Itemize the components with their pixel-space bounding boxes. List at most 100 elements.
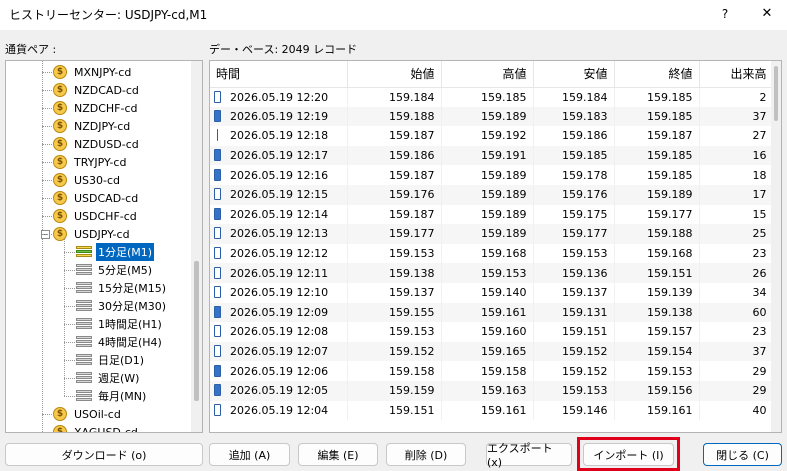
dollar-coin-icon: $ (53, 407, 67, 421)
tree-item-label: 5分足(M5) (98, 264, 153, 277)
cell-low: 159.153 (533, 380, 615, 401)
grid-scrollbar[interactable] (771, 61, 781, 432)
cell-time: 2026.05.19 12:17 (210, 145, 348, 166)
cell-time: 2026.05.19 12:09 (210, 302, 348, 323)
dollar-coin-icon: $ (53, 119, 67, 133)
tree-item-timeframe[interactable]: 毎月(MN) (76, 387, 148, 405)
column-header-volume[interactable]: 出来高 (699, 61, 774, 88)
tree-item-label: NZDCHF-cd (74, 101, 138, 115)
tree-scrollbar[interactable] (191, 61, 202, 432)
tree-connector (42, 108, 54, 109)
candle-icon (214, 90, 221, 103)
tree-item-label: NZDCAD-cd (74, 83, 139, 97)
cell-volume: 2 (699, 87, 774, 107)
tree-item-label: 日足(D1) (98, 354, 145, 367)
table-row[interactable]: 2026.05.19 12:05 159.159 159.163 159.153 159… (210, 380, 774, 401)
tree-item-timeframe[interactable]: 4時間足(H4) (76, 333, 164, 351)
table-row[interactable]: 2026.05.19 12:09 159.155 159.161 159.131 159… (210, 302, 774, 323)
cell-close: 159.138 (614, 302, 700, 323)
table-row[interactable]: 2026.05.19 12:16 159.187 159.189 159.178 159… (210, 165, 774, 185)
cell-close: 159.151 (614, 263, 700, 283)
cell-high: 159.161 (441, 302, 534, 323)
cell-time: 2026.05.19 12:05 (210, 380, 348, 401)
candle-icon (214, 345, 221, 358)
dollar-coin-icon: $ (53, 155, 67, 169)
window-title: ヒストリーセンター: USDJPY-cd,M1 (9, 8, 208, 22)
tree-item-symbol[interactable]: $ USDCHF-cd (53, 207, 139, 225)
table-row[interactable]: 2026.05.19 12:04 159.151 159.161 159.146 159… (210, 400, 774, 421)
cell-volume: 25 (699, 224, 774, 244)
column-header-time[interactable]: 時間 (210, 61, 348, 88)
tree-scrollbar-thumb[interactable] (194, 261, 199, 401)
tree-item-symbol[interactable]: $ USOil-cd (53, 405, 123, 423)
close-window-button[interactable]: ✕ (752, 2, 782, 26)
tree-item-timeframe[interactable]: 日足(D1) (76, 351, 146, 369)
tree-connector (42, 126, 54, 127)
tree-item-timeframe[interactable]: 1時間足(H1) (76, 315, 164, 333)
cell-time: 2026.05.19 12:19 (210, 106, 348, 127)
table-row[interactable]: 2026.05.19 12:13 159.177 159.189 159.177 159… (210, 224, 774, 244)
tree-item-symbol[interactable]: $ TRYJPY-cd (53, 153, 128, 171)
close-button[interactable]: 閉じる (C) (703, 443, 782, 466)
table-row[interactable]: 2026.05.19 12:15 159.176 159.189 159.176 159… (210, 184, 774, 205)
grid-scrollbar-thumb[interactable] (774, 66, 778, 121)
tree-item-symbol[interactable]: $ US30-cd (53, 171, 122, 189)
column-header-open[interactable]: 始値 (347, 61, 442, 88)
download-button[interactable]: ダウンロード (o) (5, 443, 203, 466)
tree-item-label: 毎月(MN) (98, 390, 147, 403)
cell-close: 159.154 (614, 341, 700, 362)
delete-button[interactable]: 削除 (D) (386, 443, 466, 466)
tree-item-label: USDCHF-cd (74, 209, 137, 223)
table-row[interactable]: 2026.05.19 12:11 159.138 159.153 159.136 159… (210, 263, 774, 283)
cell-volume: 37 (699, 341, 774, 362)
time-text: 2026.05.19 12:10 (230, 286, 329, 300)
history-grid[interactable]: 時間 始値 高値 安値 終値 出来高 2026.05.19 12:20 159.1… (209, 60, 782, 433)
table-row[interactable]: 2026.05.19 12:20 159.184 159.185 159.184 159… (210, 87, 774, 107)
help-button[interactable]: ? (712, 2, 738, 26)
tree-item-symbol[interactable]: $ NZDUSD-cd (53, 135, 141, 153)
tree-item-symbol[interactable]: $ XAGUSD-cd (53, 423, 140, 432)
table-row[interactable]: 2026.05.19 12:08 159.153 159.160 159.151 159… (210, 322, 774, 342)
tree-item-symbol[interactable]: $ NZDCAD-cd (53, 81, 141, 99)
tree-item-symbol[interactable]: $ USDCAD-cd (53, 189, 140, 207)
column-header-close[interactable]: 終値 (614, 61, 700, 88)
time-text: 2026.05.19 12:08 (230, 325, 329, 339)
table-row[interactable]: 2026.05.19 12:07 159.152 159.165 159.152 159… (210, 341, 774, 362)
tree-item-symbol[interactable]: $ NZDCHF-cd (53, 99, 140, 117)
tree-item-label: 週足(W) (98, 372, 140, 385)
database-records-label: デー・ベース: 2049 レコード (209, 43, 358, 56)
candle-icon (214, 227, 221, 240)
cell-high: 159.189 (441, 106, 534, 127)
tree-item-timeframe[interactable]: 15分足(M15) (76, 279, 168, 297)
cell-open: 159.187 (347, 126, 442, 146)
symbol-tree[interactable]: $ MXNJPY-cd $ NZDCAD-cd $ NZDCHF-cd $ NZDJPY-cd… (5, 60, 203, 433)
edit-button[interactable]: 編集 (E) (298, 443, 378, 466)
cell-close: 159.189 (614, 184, 700, 205)
table-row[interactable]: 2026.05.19 12:17 159.186 159.191 159.185 159… (210, 145, 774, 166)
tree-item-timeframe[interactable]: 1分足(M1) (76, 243, 155, 261)
column-header-low[interactable]: 安値 (533, 61, 615, 88)
cell-volume: 34 (699, 282, 774, 303)
table-row[interactable]: 2026.05.19 12:10 159.137 159.140 159.137 159… (210, 282, 774, 303)
column-header-high[interactable]: 高値 (441, 61, 534, 88)
tree-item-symbol[interactable]: $ NZDJPY-cd (53, 117, 132, 135)
tree-item-timeframe[interactable]: 週足(W) (76, 369, 141, 387)
table-row[interactable]: 2026.05.19 12:14 159.187 159.189 159.175 159… (210, 204, 774, 225)
candle-icon (214, 247, 221, 260)
tree-item-symbol[interactable]: − $ USDJPY-cd (41, 225, 132, 243)
tree-item-symbol[interactable]: $ MXNJPY-cd (53, 63, 133, 81)
cell-open: 159.153 (347, 243, 442, 264)
table-header-row: 時間 始値 高値 安値 終値 出来高 (210, 61, 774, 88)
tree-item-timeframe[interactable]: 5分足(M5) (76, 261, 154, 279)
table-row[interactable]: 2026.05.19 12:18 159.187 159.192 159.186 159… (210, 126, 774, 146)
cell-time: 2026.05.19 12:04 (210, 400, 348, 421)
tree-item-timeframe[interactable]: 30分足(M30) (76, 297, 168, 315)
table-row[interactable]: 2026.05.19 12:12 159.153 159.168 159.153 159… (210, 243, 774, 264)
table-row[interactable]: 2026.05.19 12:06 159.158 159.158 159.152 159… (210, 361, 774, 381)
candle-icon (214, 325, 221, 338)
cell-low: 159.175 (533, 204, 615, 225)
export-button[interactable]: エクスポート (x) (486, 442, 572, 469)
add-button[interactable]: 追加 (A) (209, 443, 290, 466)
tree-item-label: 15分足(M15) (98, 282, 167, 295)
table-row[interactable]: 2026.05.19 12:19 159.188 159.189 159.183 159… (210, 106, 774, 127)
